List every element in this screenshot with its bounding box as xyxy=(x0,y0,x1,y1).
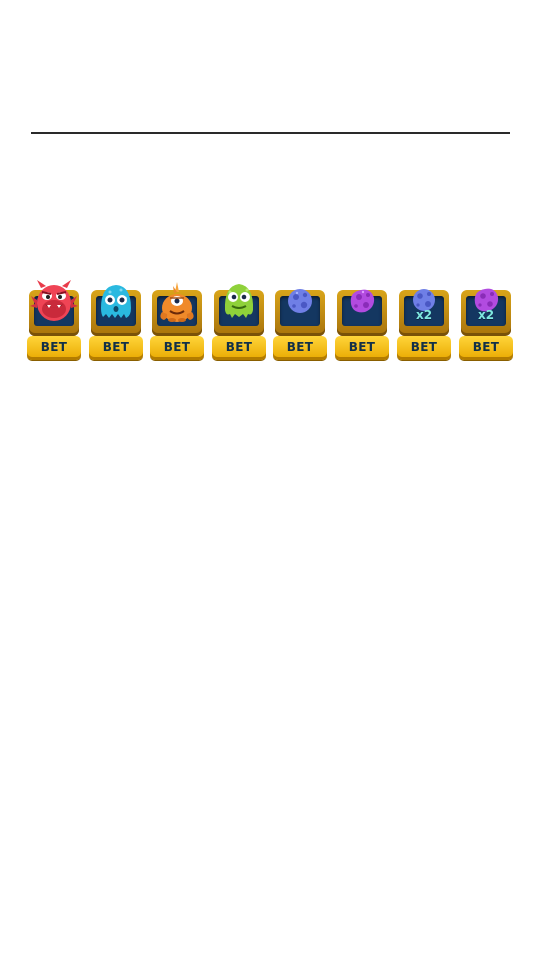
bet-slot-purple-meteor[interactable]: BET xyxy=(335,278,389,362)
bet-slot-green-monster[interactable]: BET xyxy=(212,278,266,362)
bet-button[interactable]: BET xyxy=(150,336,204,360)
blue-meteor-icon xyxy=(275,278,325,328)
bet-button[interactable]: BET xyxy=(335,336,389,360)
blue-monster-icon xyxy=(91,278,141,328)
red-monster-icon xyxy=(29,278,79,328)
bet-button[interactable]: BET xyxy=(27,336,81,360)
bet-button[interactable]: BET xyxy=(89,336,143,360)
top-divider xyxy=(31,132,510,134)
bet-button[interactable]: BET xyxy=(273,336,327,360)
bet-button[interactable]: BET xyxy=(397,336,451,360)
multiplier-badge: x2 xyxy=(477,308,495,322)
bet-slot-blue-meteor-x2[interactable]: x2 BET xyxy=(397,278,451,362)
bet-slot-red-monster[interactable]: BET xyxy=(27,278,81,362)
bet-slot-orange-monster[interactable]: BET xyxy=(150,278,204,362)
bet-slot-blue-monster[interactable]: BET xyxy=(89,278,143,362)
green-monster-icon xyxy=(214,278,264,328)
bet-slot-blue-meteor[interactable]: BET xyxy=(273,278,327,362)
orange-monster-icon xyxy=(152,278,202,328)
bet-slot-purple-meteor-x2[interactable]: x2 BET xyxy=(459,278,513,362)
purple-meteor-icon xyxy=(337,278,387,328)
multiplier-badge: x2 xyxy=(415,308,433,322)
bet-slot-row: BET BET BET BET BET BET x2 BET x2 BET xyxy=(27,278,515,362)
bet-button[interactable]: BET xyxy=(459,336,513,360)
bet-button[interactable]: BET xyxy=(212,336,266,360)
